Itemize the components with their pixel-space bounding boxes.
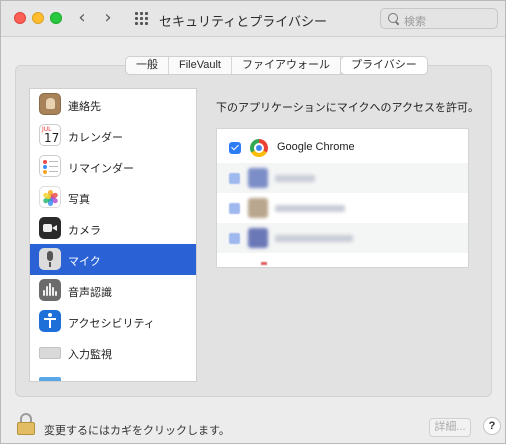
tab-general[interactable]: 一般 [126,57,169,74]
sidebar-item-speech-recognition[interactable]: 音声認識 [30,275,196,306]
contacts-icon [39,93,61,115]
details-button[interactable]: 詳細... [429,418,471,437]
zoom-button[interactable] [50,12,62,24]
calendar-icon: JUL 17 [39,124,61,146]
back-button[interactable]: ‹ [73,9,91,29]
lock-icon[interactable] [17,413,35,435]
sidebar-item-label: 写真 [68,194,90,206]
redacted-list-item [217,223,468,253]
sidebar-item-label: 連絡先 [68,101,101,113]
redacted-checkbox [229,203,240,214]
photos-icon [39,186,61,208]
tab-firewall[interactable]: ファイアウォール [232,57,341,74]
title-bar: ‹ › セキュリティとプライバシー 検索 [1,1,505,37]
list-item[interactable]: Google Chrome [217,133,468,163]
chrome-icon [250,139,268,157]
reminders-icon [39,155,61,177]
sidebar-item-camera[interactable]: カメラ [30,213,196,244]
folder-icon [39,377,61,381]
redacted-app-icon [248,228,268,248]
app-name: Google Chrome [277,141,355,153]
sidebar-item-label: マイク [68,256,101,268]
sidebar-item-label: リマインダー [68,163,134,175]
redacted-app-icon [248,168,268,188]
input-monitoring-icon [39,347,61,359]
sidebar-item-input-monitoring[interactable]: 入力監視 [30,337,196,368]
redacted-checkbox [229,233,240,244]
forward-button[interactable]: › [99,9,117,29]
tab-bar: 一般 FileVault ファイアウォール プライバシー [125,56,428,75]
lock-hint-text: 変更するにはカギをクリックします。 [44,425,230,437]
calendar-icon-day: 17 [44,131,60,145]
sidebar-item-reminders[interactable]: リマインダー [30,151,196,182]
sidebar-item-photos[interactable]: 写真 [30,182,196,213]
redacted-list-item [217,163,468,193]
redacted-fragment [261,262,267,265]
sidebar-item-label: 入力監視 [68,349,112,361]
app-checkbox[interactable] [229,142,241,154]
preferences-window: ‹ › セキュリティとプライバシー 検索 一般 FileVault ファイアウォ… [0,0,506,444]
redacted-app-name [275,235,353,242]
sidebar-item-calendar[interactable]: JUL 17 カレンダー [30,120,196,151]
app-permission-list[interactable]: Google Chrome [216,128,469,268]
search-icon [388,13,399,24]
sidebar-item-label: カメラ [68,225,101,237]
camera-icon [39,217,61,239]
privacy-category-list[interactable]: 連絡先 JUL 17 カレンダー リマインダー 写真 カメラ マイク 音声認識 … [29,88,197,382]
sidebar-item-accessibility[interactable]: アクセシビリティ [30,306,196,337]
sidebar-item-microphone[interactable]: マイク [30,244,196,275]
speech-recognition-icon [39,279,61,301]
accessibility-icon [39,310,61,332]
sidebar-item-contacts[interactable]: 連絡先 [30,89,196,120]
redacted-checkbox [229,173,240,184]
redacted-app-name [275,205,345,212]
search-placeholder: 検索 [404,16,426,28]
help-button[interactable]: ? [483,417,501,435]
redacted-app-icon [248,198,268,218]
redacted-app-name [275,175,315,182]
minimize-button[interactable] [32,12,44,24]
tab-filevault[interactable]: FileVault [169,57,232,74]
sidebar-item-files-folders[interactable] [30,368,196,381]
window-title: セキュリティとプライバシー [159,14,327,29]
microphone-icon [39,248,61,270]
sidebar-item-label: アクセシビリティ [68,318,155,330]
sidebar-item-label: カレンダー [68,132,123,144]
redacted-list-item [217,193,468,223]
microphone-access-heading: 下のアプリケーションにマイクへのアクセスを許可。 [216,102,480,114]
show-all-grid-icon[interactable] [135,12,149,26]
search-field[interactable]: 検索 [380,8,498,29]
sidebar-item-label: 音声認識 [68,287,112,299]
tab-privacy[interactable]: プライバシー [340,57,427,74]
close-button[interactable] [14,12,26,24]
